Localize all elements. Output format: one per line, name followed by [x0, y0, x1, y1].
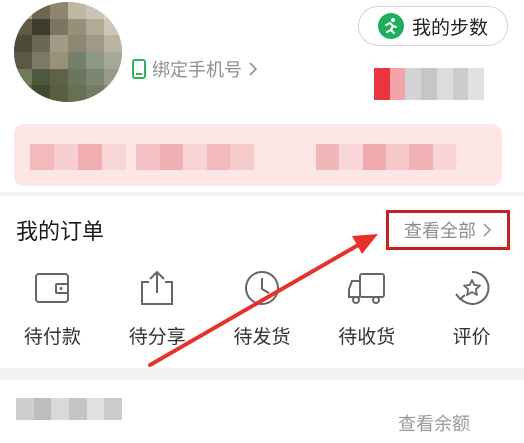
share-icon — [141, 270, 174, 305]
view-all-label: 查看全部 — [404, 221, 476, 242]
wallet-section: 查看余额 — [0, 380, 524, 443]
bind-phone-label: 绑定手机号 — [152, 60, 242, 81]
profile-header: 绑定手机号 我的步数 — [0, 0, 524, 192]
bind-phone-link[interactable]: 绑定手机号 — [132, 56, 258, 82]
order-status-pending-shipment[interactable]: 待发货 — [210, 266, 315, 356]
wallet-icon — [35, 273, 70, 303]
status-label: 评价 — [452, 326, 491, 348]
my-steps-button[interactable]: 我的步数 — [358, 6, 508, 46]
status-label: 待收货 — [338, 326, 396, 348]
my-steps-label: 我的步数 — [411, 16, 488, 39]
orders-title: 我的订单 — [16, 220, 105, 245]
avatar[interactable] — [14, 2, 122, 102]
status-label: 待付款 — [23, 326, 81, 348]
order-status-pending-share[interactable]: 待分享 — [105, 266, 210, 356]
pixelated-balance — [16, 398, 123, 420]
order-status-pending-receipt[interactable]: 待收货 — [314, 266, 419, 356]
order-status-pending-payment[interactable]: 待付款 — [0, 266, 105, 356]
view-all-orders-link[interactable]: 查看全部 — [386, 210, 510, 250]
order-status-row: 待付款 待分享 待发货 待收货 评价 — [0, 266, 524, 356]
star-icon — [454, 270, 490, 305]
truck-icon — [347, 273, 385, 304]
clock-icon — [244, 271, 279, 305]
order-status-review[interactable]: 评价 — [419, 266, 524, 356]
profile-page: 绑定手机号 我的步数 我的订单 查看全部 待付款 待分享 待发货 待收货 评价 … — [0, 0, 524, 443]
status-label: 待分享 — [128, 326, 186, 348]
view-balance-label: 查看余额 — [398, 414, 470, 435]
pixelated-info — [374, 68, 485, 100]
promo-banner[interactable] — [14, 124, 502, 186]
chevron-right-icon — [249, 62, 258, 76]
my-orders-card: 我的订单 查看全部 待付款 待分享 待发货 待收货 评价 — [0, 196, 524, 368]
running-icon — [377, 13, 404, 39]
phone-icon — [132, 59, 146, 79]
chevron-right-icon — [483, 223, 492, 237]
status-label: 待发货 — [233, 326, 291, 348]
view-balance-link[interactable]: 查看余额 — [398, 410, 470, 436]
